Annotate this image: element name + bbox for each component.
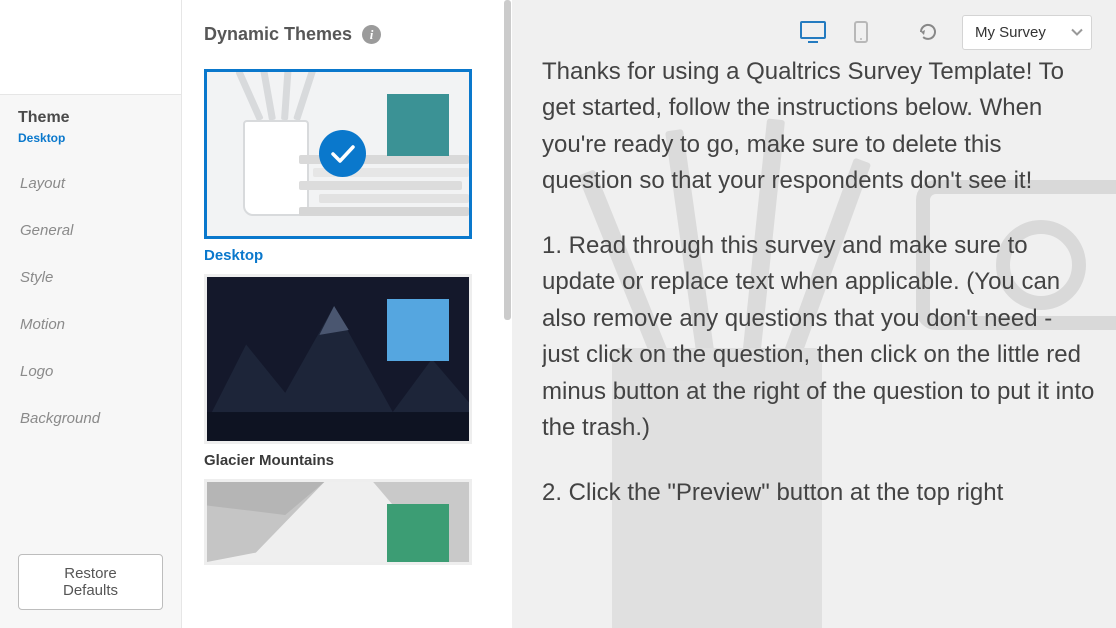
chevron-down-icon [1071, 24, 1083, 41]
preview-paragraph-1: Thanks for using a Qualtrics Survey Temp… [542, 54, 1096, 200]
preview-toolbar: My Survey [512, 10, 1116, 54]
theme-swatch [387, 504, 449, 565]
preview-paragraph-2: 1. Read through this survey and make sur… [542, 228, 1096, 447]
theme-label: Glacier Mountains [204, 452, 472, 469]
sidebar-item-background[interactable]: Background [0, 396, 181, 441]
sidebar-logo-area [0, 0, 181, 95]
sidebar-item-motion[interactable]: Motion [0, 302, 181, 347]
sidebar-item-general[interactable]: General [0, 208, 181, 253]
info-icon[interactable]: i [362, 25, 381, 44]
theme-swatch [387, 94, 449, 156]
theme-card-desktop[interactable]: Desktop [204, 69, 472, 264]
theme-label: Desktop [204, 247, 472, 264]
preview-paragraph-3: 2. Click the "Preview" button at the top… [542, 475, 1096, 511]
sidebar-item-logo[interactable]: Logo [0, 349, 181, 394]
scrollbar[interactable] [504, 0, 511, 628]
sidebar-item-layout[interactable]: Layout [0, 161, 181, 206]
themes-panel: Dynamic Themes i Desktop [182, 0, 512, 628]
desktop-device-icon[interactable] [800, 21, 826, 43]
refresh-icon[interactable] [918, 22, 938, 42]
sidebar-title: Theme [18, 109, 163, 127]
sidebar-heading: Theme Desktop [0, 95, 181, 145]
restore-defaults-button[interactable]: Restore Defaults [18, 554, 163, 610]
preview-pane: My Survey Thanks for using a Qualtrics S… [512, 0, 1116, 628]
mobile-device-icon[interactable] [848, 21, 874, 43]
theme-swatch [387, 299, 449, 361]
theme-card-glacier[interactable]: Glacier Mountains [204, 274, 472, 469]
sidebar: Theme Desktop Layout General Style Motio… [0, 0, 182, 628]
sidebar-subtitle: Desktop [18, 131, 163, 145]
sidebar-item-style[interactable]: Style [0, 255, 181, 300]
selected-checkmark-icon [319, 130, 366, 177]
themes-heading: Dynamic Themes [204, 24, 352, 45]
survey-select-label: My Survey [975, 24, 1046, 41]
preview-question-text: Thanks for using a Qualtrics Survey Temp… [542, 54, 1096, 511]
survey-select[interactable]: My Survey [962, 15, 1092, 50]
theme-card-3[interactable] [204, 479, 472, 565]
